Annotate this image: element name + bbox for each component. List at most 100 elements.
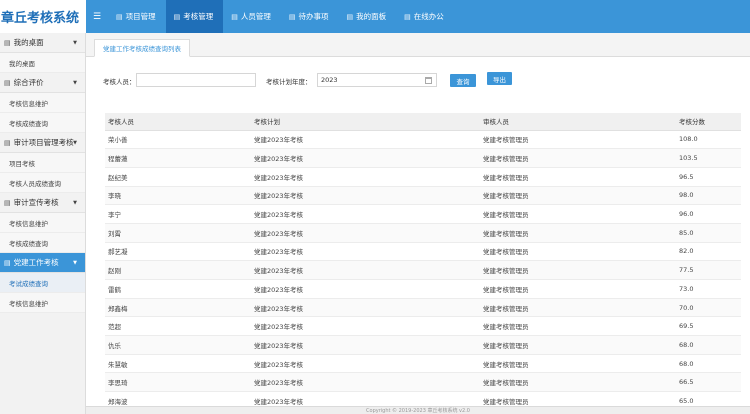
sidebar-item-4-1[interactable]: 考核信息维护 (0, 293, 85, 313)
topnav-item-1[interactable]: ▤ 考核管理 (165, 0, 224, 33)
column-header[interactable]: 考核人员 (105, 113, 251, 131)
topnav-label: 待办事项 (298, 12, 329, 21)
topnav-item-0[interactable]: ▤ 项目管理 (108, 0, 166, 33)
topnav-label: 项目管理 (125, 12, 156, 21)
list-icon: ▤ (231, 12, 238, 21)
table-header-row: 考核人员 考核计划 审核人员 考核分数 (105, 113, 741, 131)
sidebar-item-1-0[interactable]: 考核信息维护 (0, 93, 85, 113)
sidebar-group-3[interactable]: ▤ 审计宣传考核 ▼ (0, 193, 85, 213)
tab-score-list[interactable]: 党建工作考核成绩查询列表 (94, 39, 190, 57)
table-row[interactable]: 赵纪美 党建2023年考核 党建考核管理员 96.5 (105, 167, 741, 187)
table-cell: 党建2023年考核 (251, 130, 480, 150)
table-cell: 刘霄 (105, 223, 251, 243)
topnav-item-5[interactable]: ▤ 在线办公 (396, 0, 454, 33)
list-icon: ▤ (116, 12, 123, 21)
sidebar-group-label: 我的桌面 (13, 38, 44, 47)
list-icon: ▤ (404, 12, 411, 21)
sidebar-item-3-0[interactable]: 考核信息维护 (0, 213, 85, 233)
topnav-item-3[interactable]: ▤ 待办事项 (281, 0, 339, 33)
column-header[interactable]: 考核分数 (676, 113, 741, 131)
sidebar-group-4[interactable]: ▤ 党建工作考核 ▼ (0, 253, 85, 273)
table-cell: 66.5 (676, 372, 741, 393)
year-input[interactable]: 2023 (317, 73, 437, 87)
table-cell: 雷鹤 (105, 279, 251, 299)
list-icon: ▤ (173, 12, 181, 21)
list-icon: ▤ (346, 12, 354, 21)
table-row[interactable]: 范超 党建2023年考核 党建考核管理员 69.5 (105, 316, 741, 337)
table-row[interactable]: 朱慧敏 党建2023年考核 党建考核管理员 68.0 (105, 354, 741, 374)
sidebar-item-3-1[interactable]: 考核成绩查询 (0, 233, 85, 253)
table-row[interactable]: 程蕾蓮 党建2023年考核 党建考核管理员 103.5 (105, 148, 741, 168)
sidebar-item-2-0[interactable]: 项目考核 (0, 153, 85, 173)
topnav-label: 我的面板 (356, 12, 387, 21)
table-cell: 郑鑫梅 (105, 298, 251, 318)
table-row[interactable]: 李宁 党建2023年考核 党建考核管理员 96.0 (105, 204, 741, 224)
table-row[interactable]: 刘霄 党建2023年考核 党建考核管理员 85.0 (105, 223, 741, 243)
table-cell: 98.0 (676, 186, 741, 206)
score-table: 考核人员 考核计划 审核人员 考核分数 荣小善 党建2023年考核 党建考核管理员 108.… (105, 113, 741, 411)
table-row[interactable]: 郑鑫梅 党建2023年考核 党建考核管理员 70.0 (105, 298, 741, 318)
table-cell: 党建2023年考核 (251, 335, 480, 355)
topnav-label: 在线办公 (413, 12, 444, 21)
column-header[interactable]: 考核计划 (251, 113, 480, 131)
topnav-item-2[interactable]: ▤ 人员管理 (223, 0, 281, 33)
table-row[interactable]: 雷鹤 党建2023年考核 党建考核管理员 73.0 (105, 279, 741, 299)
sidebar-group-label: 综合评价 (13, 78, 44, 87)
top-header: 章丘考核系统 ☰ ▤ 项目管理 ▤ 考核管理 ▤ 人员管理 ▤ 待办事项 ▤ 我的面板 ▤ 在线办公 (0, 0, 750, 33)
menu-toggle-icon[interactable]: ☰ (86, 0, 108, 33)
topnav-label: 考核管理 (183, 12, 214, 21)
query-button[interactable]: 查询 (450, 74, 476, 87)
table-cell: 程蕾蓮 (105, 148, 251, 168)
table-cell: 李晓 (105, 186, 251, 206)
table-cell: 党建考核管理员 (480, 148, 676, 168)
sidebar-group-label: 党建工作考核 (13, 258, 59, 267)
sidebar-group-1[interactable]: ▤ 综合评价 ▼ (0, 73, 85, 93)
table-cell: 李宁 (105, 204, 251, 224)
footer: Copyright © 2019-2023 章丘考核系统 v2.0 (86, 406, 750, 414)
sidebar-item-1-1[interactable]: 考核成绩查询 (0, 113, 85, 133)
sidebar-group-2[interactable]: ▤ 审计项目管理考核 ▼ (0, 133, 85, 153)
table-cell: 党建考核管理员 (480, 130, 676, 150)
sidebar-item-4-0[interactable]: 考试成绩查询 (0, 273, 85, 293)
export-button[interactable]: 导出 (487, 72, 512, 85)
caret-down-icon: ▼ (73, 39, 77, 46)
sidebar-group-0[interactable]: ▤ 我的桌面 ▼ (0, 33, 85, 53)
table-row[interactable]: 郝艺凝 党建2023年考核 党建考核管理员 82.0 (105, 242, 741, 262)
table-cell: 范超 (105, 316, 251, 337)
table-cell: 党建2023年考核 (251, 316, 480, 337)
caret-down-icon: ▼ (73, 139, 77, 146)
person-label: 考核人员： (103, 78, 136, 86)
table-cell: 党建考核管理员 (480, 242, 676, 262)
topnav-item-4[interactable]: ▤ 我的面板 (339, 0, 397, 33)
table-cell: 党建考核管理员 (480, 354, 676, 374)
sidebar-item-2-1[interactable]: 考核人员成绩查询 (0, 173, 85, 193)
table-cell: 党建2023年考核 (251, 260, 480, 280)
table-cell: 108.0 (676, 130, 741, 150)
sidebar-item-0-0[interactable]: 我的桌面 (0, 53, 85, 73)
table-row[interactable]: 仇乐 党建2023年考核 党建考核管理员 68.0 (105, 335, 741, 355)
top-nav: ▤ 项目管理 ▤ 考核管理 ▤ 人员管理 ▤ 待办事项 ▤ 我的面板 ▤ 在线办公 (108, 0, 454, 33)
caret-down-icon: ▼ (73, 199, 77, 206)
year-label: 考核计划年度： (266, 78, 312, 86)
table-cell: 党建考核管理员 (480, 223, 676, 243)
table-row[interactable]: 荣小善 党建2023年考核 党建考核管理员 108.0 (105, 130, 741, 150)
table-cell: 党建2023年考核 (251, 186, 480, 206)
table-cell: 70.0 (676, 298, 741, 318)
table-cell: 党建2023年考核 (251, 372, 480, 393)
table-cell: 党建考核管理员 (480, 260, 676, 280)
table-cell: 党建考核管理员 (480, 167, 676, 187)
table-row[interactable]: 赵刚 党建2023年考核 党建考核管理员 77.5 (105, 260, 741, 280)
menu-icon: ▤ (4, 258, 11, 267)
tab-bar: 党建工作考核成绩查询列表 (86, 33, 750, 57)
table-row[interactable]: 李晓 党建2023年考核 党建考核管理员 98.0 (105, 186, 741, 206)
person-input[interactable] (136, 73, 256, 87)
table-cell: 党建2023年考核 (251, 242, 480, 262)
table-cell: 党建考核管理员 (480, 335, 676, 355)
table-row[interactable]: 李思琦 党建2023年考核 党建考核管理员 66.5 (105, 372, 741, 393)
sidebar-group-label: 审计项目管理考核 (13, 138, 74, 147)
table-cell: 党建考核管理员 (480, 204, 676, 224)
calendar-icon[interactable] (425, 77, 432, 84)
table-cell: 李思琦 (105, 372, 251, 393)
column-header[interactable]: 审核人员 (480, 113, 676, 131)
menu-icon: ▤ (4, 198, 11, 207)
